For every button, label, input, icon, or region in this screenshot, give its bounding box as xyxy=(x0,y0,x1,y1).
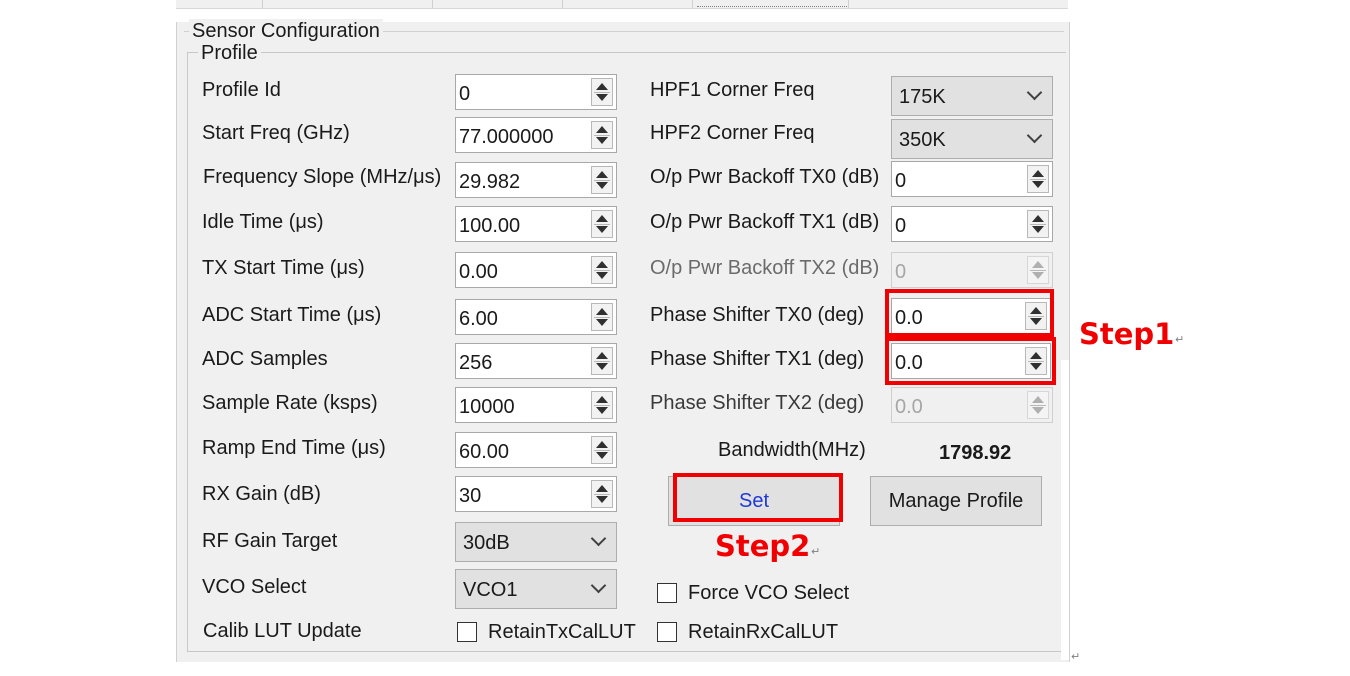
profile-title: Profile xyxy=(198,41,261,65)
profile-id-spinbox[interactable]: 0 xyxy=(455,74,617,110)
start-freq-spinbox[interactable]: 77.000000 xyxy=(455,117,617,153)
hpf2-dropdown[interactable]: 350K xyxy=(891,119,1053,159)
spin-arrows-icon[interactable] xyxy=(591,480,613,508)
vco-select-value: VCO1 xyxy=(463,579,518,601)
start-freq-label: Start Freq (GHz) xyxy=(202,122,350,144)
rf-gain-target-label: RF Gain Target xyxy=(202,530,338,552)
backoff-tx0-label: O/p Pwr Backoff TX0 (dB) xyxy=(650,166,880,188)
spin-arrows-icon[interactable] xyxy=(591,391,613,419)
top-tab-strip xyxy=(176,0,1068,9)
hpf2-value: 350K xyxy=(899,129,946,151)
chevron-down-icon xyxy=(1026,127,1043,144)
start-freq-value: 77.000000 xyxy=(459,126,554,148)
return-mark: ↵ xyxy=(811,546,821,558)
bandwidth-label: Bandwidth(MHz) xyxy=(718,439,866,461)
ramp-end-time-spinbox[interactable]: 60.00 xyxy=(455,432,617,468)
backoff-tx1-spinbox[interactable]: 0 xyxy=(891,206,1053,242)
idle-time-label: Idle Time (μs) xyxy=(202,211,324,233)
panel-gap xyxy=(1061,360,1069,660)
vco-select-label: VCO Select xyxy=(202,576,307,598)
sample-rate-value: 10000 xyxy=(459,396,515,418)
spin-arrows-icon[interactable] xyxy=(591,256,613,284)
return-mark: ↵ xyxy=(1071,651,1081,663)
freq-slope-label: Frequency Slope (MHz/μs) xyxy=(203,166,442,188)
rx-gain-value: 30 xyxy=(459,485,482,507)
phase-tx0-label: Phase Shifter TX0 (deg) xyxy=(650,304,865,326)
spin-arrows-icon[interactable] xyxy=(591,121,613,149)
adc-samples-label: ADC Samples xyxy=(202,348,328,370)
idle-time-spinbox[interactable]: 100.00 xyxy=(455,206,617,242)
idle-time-value: 100.00 xyxy=(459,215,521,237)
spin-arrows-icon[interactable] xyxy=(1027,210,1049,238)
step1-highlight-tx0 xyxy=(885,289,1054,337)
profile-id-value: 0 xyxy=(459,83,471,105)
chevron-down-icon xyxy=(1026,84,1043,101)
return-mark: ↵ xyxy=(1175,334,1185,346)
spin-arrows-icon[interactable] xyxy=(1027,165,1049,193)
spin-arrows-icon[interactable] xyxy=(591,166,613,194)
adc-start-time-value: 6.00 xyxy=(459,308,498,330)
backoff-tx2-label: O/p Pwr Backoff TX2 (dB) xyxy=(650,257,880,279)
spin-arrows-icon[interactable] xyxy=(591,303,613,331)
sample-rate-spinbox[interactable]: 10000 xyxy=(455,387,617,423)
spin-arrows-icon[interactable] xyxy=(591,78,613,106)
retain-tx-cal-lut-label: RetainTxCalLUT xyxy=(488,621,636,643)
backoff-tx0-spinbox[interactable]: 0 xyxy=(891,161,1053,197)
vco-select-dropdown[interactable]: VCO1 xyxy=(455,569,617,609)
chevron-down-icon xyxy=(590,530,607,547)
sensor-configuration-title: Sensor Configuration xyxy=(189,19,383,43)
retain-tx-cal-lut-checkbox[interactable] xyxy=(457,622,477,642)
phase-tx2-value: 0.0 xyxy=(895,396,923,418)
step1-highlight-tx1 xyxy=(885,337,1056,385)
spin-arrows-icon[interactable] xyxy=(591,347,613,375)
hpf2-label: HPF2 Corner Freq xyxy=(650,122,815,144)
sample-rate-label: Sample Rate (ksps) xyxy=(202,392,378,414)
adc-samples-value: 256 xyxy=(459,352,493,374)
force-vco-select-label: Force VCO Select xyxy=(688,582,850,604)
rf-gain-target-dropdown[interactable]: 30dB xyxy=(455,522,617,562)
step2-highlight-set xyxy=(673,473,843,522)
rf-gain-target-value: 30dB xyxy=(463,532,510,554)
backoff-tx1-label: O/p Pwr Backoff TX1 (dB) xyxy=(650,211,880,233)
bandwidth-value: 1798.92 xyxy=(939,442,1012,464)
phase-tx2-label: Phase Shifter TX2 (deg) xyxy=(650,392,865,414)
tx-start-time-value: 0.00 xyxy=(459,261,498,283)
freq-slope-spinbox[interactable]: 29.982 xyxy=(455,162,617,198)
adc-samples-spinbox[interactable]: 256 xyxy=(455,343,617,379)
profile-id-label: Profile Id xyxy=(202,79,281,101)
spin-arrows-icon xyxy=(1027,256,1049,284)
manage-profile-button[interactable]: Manage Profile xyxy=(870,476,1042,526)
ramp-end-time-value: 60.00 xyxy=(459,441,510,463)
backoff-tx1-value: 0 xyxy=(895,215,907,237)
hpf1-dropdown[interactable]: 175K xyxy=(891,76,1053,116)
backoff-tx2-value: 0 xyxy=(895,261,907,283)
phase-tx2-spinbox: 0.0 xyxy=(891,387,1053,423)
adc-start-time-label: ADC Start Time (μs) xyxy=(202,304,382,326)
ramp-end-time-label: Ramp End Time (μs) xyxy=(202,437,386,459)
step1-annotation: Step1 xyxy=(1079,317,1175,351)
tx-start-time-label: TX Start Time (μs) xyxy=(202,257,365,279)
freq-slope-value: 29.982 xyxy=(459,171,521,193)
spin-arrows-icon[interactable] xyxy=(591,436,613,464)
hpf1-value: 175K xyxy=(899,86,946,108)
calib-lut-label: Calib LUT Update xyxy=(203,620,362,642)
retain-rx-cal-lut-label: RetainRxCalLUT xyxy=(688,621,839,643)
backoff-tx0-value: 0 xyxy=(895,170,907,192)
focus-dots xyxy=(697,6,847,7)
phase-tx1-label: Phase Shifter TX1 (deg) xyxy=(650,348,865,370)
tx-start-time-spinbox[interactable]: 0.00 xyxy=(455,252,617,288)
rx-gain-label: RX Gain (dB) xyxy=(202,483,321,505)
backoff-tx2-spinbox: 0 xyxy=(891,252,1053,288)
hpf1-label: HPF1 Corner Freq xyxy=(650,79,815,101)
adc-start-time-spinbox[interactable]: 6.00 xyxy=(455,299,617,335)
step2-annotation: Step2 xyxy=(715,529,811,563)
force-vco-select-checkbox[interactable] xyxy=(657,583,677,603)
spin-arrows-icon[interactable] xyxy=(591,210,613,238)
retain-rx-cal-lut-checkbox[interactable] xyxy=(657,622,677,642)
spin-arrows-icon xyxy=(1027,391,1049,419)
chevron-down-icon xyxy=(590,577,607,594)
rx-gain-spinbox[interactable]: 30 xyxy=(455,476,617,512)
